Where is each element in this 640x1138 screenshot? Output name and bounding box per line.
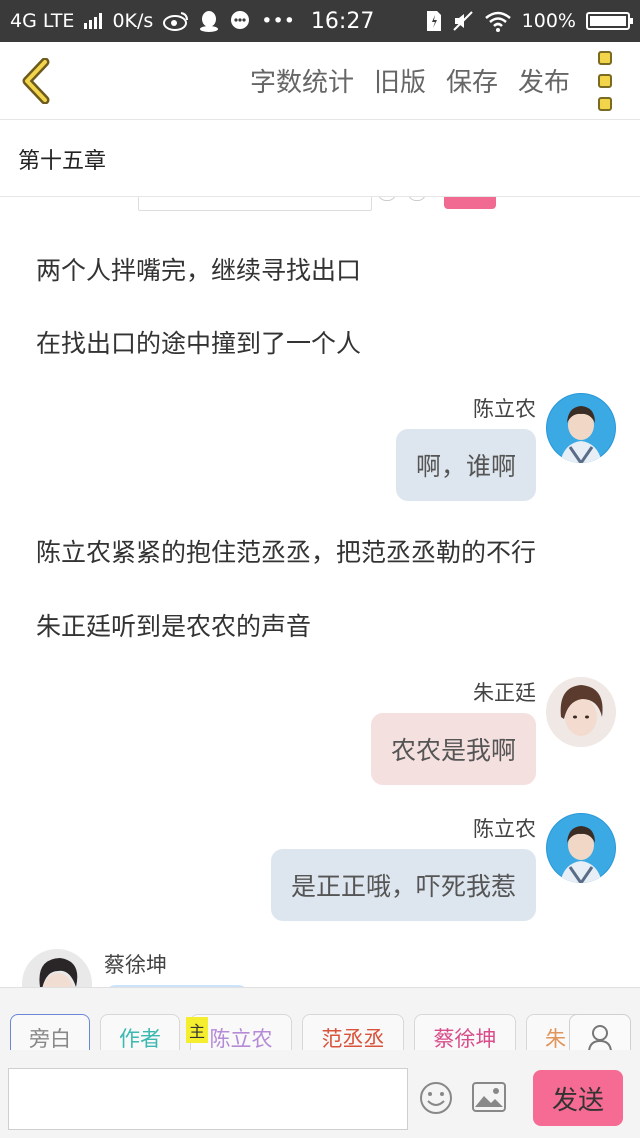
- role-label: 蔡徐坤: [433, 1027, 497, 1050]
- chat-icon: [231, 11, 250, 29]
- speaker-name: 陈立农: [473, 817, 536, 841]
- battery-percent: 100%: [521, 10, 576, 32]
- add-role-button[interactable]: [569, 1014, 631, 1050]
- role-label: 陈立农: [209, 1027, 273, 1050]
- weibo-icon: [163, 12, 189, 31]
- composer-panel: 旁白 作者 陈立农 范丞丞 蔡徐坤 朱 主 发送: [0, 987, 640, 1138]
- emoji-icon[interactable]: [418, 1080, 454, 1116]
- person-icon: [588, 1025, 612, 1050]
- role-chip-cai-xukun[interactable]: 蔡徐坤: [414, 1014, 516, 1050]
- message-bubble[interactable]: 农农是我啊: [370, 713, 536, 785]
- network-label: 4G LTE: [10, 10, 75, 32]
- chat-message[interactable]: 朱正廷 农农是我啊: [0, 677, 640, 797]
- qq-icon: [200, 11, 219, 32]
- status-bar: 4G LTE 0K/s ••• 16:27 100%: [0, 0, 640, 42]
- old-version-button[interactable]: 旧版: [374, 62, 426, 99]
- editor-toolbar: 字数统计 旧版 保存 发布: [0, 42, 640, 120]
- previous-item-fragment: [138, 197, 508, 213]
- speaker-name: 朱正廷: [473, 681, 536, 705]
- avatar: [546, 813, 616, 883]
- speaker-name: 陈立农: [473, 397, 536, 421]
- role-chip-author[interactable]: 作者: [100, 1014, 180, 1050]
- chat-message[interactable]: 陈立农 啊，谁啊: [0, 393, 640, 513]
- signal-icon: [84, 13, 103, 29]
- image-icon[interactable]: [472, 1082, 506, 1112]
- mute-icon: [452, 11, 473, 31]
- narration-line[interactable]: 朱正廷听到是农农的声音: [36, 607, 311, 643]
- role-label: 范丞丞: [321, 1027, 385, 1050]
- host-badge: 主: [186, 1017, 208, 1043]
- role-selector: 旁白 作者 陈立农 范丞丞 蔡徐坤 朱 主: [0, 988, 640, 1050]
- avatar: [546, 393, 616, 463]
- wifi-icon: [484, 11, 511, 32]
- speaker-name: 蔡徐坤: [104, 953, 167, 977]
- word-count-button[interactable]: 字数统计: [250, 62, 354, 99]
- message-bubble[interactable]: 啊，谁啊: [395, 429, 536, 501]
- chat-message[interactable]: 蔡徐坤: [0, 949, 640, 987]
- role-label: 作者: [119, 1027, 161, 1050]
- role-chip-fan-chengcheng[interactable]: 范丞丞: [302, 1014, 404, 1050]
- back-button[interactable]: [0, 42, 70, 120]
- role-label: 朱: [545, 1027, 566, 1050]
- avatar: [22, 949, 92, 987]
- battery-icon: [586, 12, 633, 30]
- role-chip-narration[interactable]: 旁白: [10, 1014, 90, 1050]
- sim-icon: [426, 11, 441, 31]
- clock: 16:27: [310, 8, 375, 34]
- avatar: [546, 677, 616, 747]
- speed-label: 0K/s: [112, 10, 154, 32]
- message-bubble[interactable]: 是正正哦，吓死我惹: [270, 849, 536, 921]
- message-input[interactable]: [8, 1068, 408, 1130]
- chat-message[interactable]: 陈立农 是正正哦，吓死我惹: [0, 813, 640, 933]
- more-dots-icon: •••: [261, 10, 295, 32]
- chevron-left-icon: [22, 57, 50, 104]
- three-square-menu-icon[interactable]: [588, 50, 622, 111]
- save-button[interactable]: 保存: [446, 62, 498, 99]
- narration-line[interactable]: 在找出口的途中撞到了一个人: [36, 324, 361, 360]
- narration-line[interactable]: 陈立农紧紧的抱住范丞丞，把范丞丞勒的不行: [36, 533, 536, 569]
- publish-button[interactable]: 发布: [518, 62, 570, 99]
- chapter-title[interactable]: 第十五章: [0, 121, 640, 197]
- send-button[interactable]: 发送: [533, 1070, 623, 1126]
- story-content[interactable]: 两个人拌嘴完，继续寻找出口 在找出口的途中撞到了一个人 陈立农 啊，谁啊 陈立农…: [0, 197, 640, 987]
- narration-line[interactable]: 两个人拌嘴完，继续寻找出口: [36, 251, 361, 287]
- role-label: 旁白: [29, 1027, 71, 1050]
